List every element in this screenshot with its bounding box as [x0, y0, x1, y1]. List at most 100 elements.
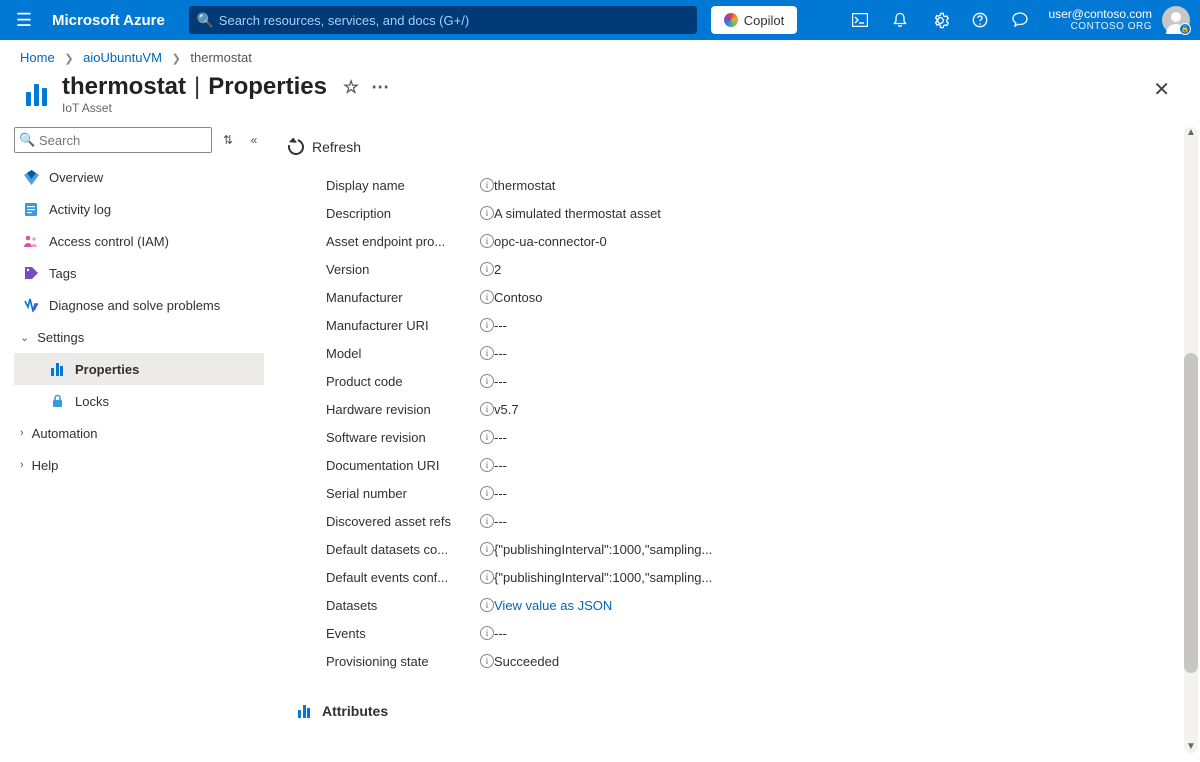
info-icon[interactable]: i	[480, 486, 494, 500]
info-icon[interactable]: i	[480, 430, 494, 444]
info-icon[interactable]: i	[480, 570, 494, 584]
property-row: Product codei---	[326, 367, 1180, 395]
resource-type-label: IoT Asset	[62, 101, 390, 115]
lock-icon	[49, 393, 65, 409]
property-label: Serial number	[326, 486, 474, 501]
scrollbar-up-icon[interactable]: ▲	[1185, 127, 1197, 139]
property-value: Contoso	[494, 290, 542, 305]
property-value: ---	[494, 318, 507, 333]
search-icon: 🔍	[197, 12, 214, 29]
info-icon[interactable]: i	[480, 654, 494, 668]
overview-icon	[23, 169, 39, 185]
property-label: Documentation URI	[326, 458, 474, 473]
cloud-shell-icon[interactable]	[840, 0, 880, 40]
property-value: {"publishingInterval":1000,"sampling...	[494, 542, 712, 557]
iot-asset-icon	[296, 703, 312, 719]
chevron-right-icon: ❯	[64, 53, 73, 65]
nav-overview[interactable]: Overview	[14, 161, 264, 193]
property-label: Datasets	[326, 598, 474, 613]
nav-label: Help	[32, 458, 59, 473]
close-blade-icon[interactable]: ✕	[1153, 77, 1170, 102]
property-row: DescriptioniA simulated thermostat asset	[326, 199, 1180, 227]
property-row: ManufactureriContoso	[326, 283, 1180, 311]
refresh-button[interactable]: Refresh	[288, 139, 361, 155]
more-menu-icon[interactable]: ⋯	[371, 77, 390, 98]
property-label: Asset endpoint pro...	[326, 234, 474, 249]
property-value: {"publishingInterval":1000,"sampling...	[494, 570, 712, 585]
topbar: ☰ Microsoft Azure 🔍 Copilot user@contoso…	[0, 0, 1200, 40]
nav-properties[interactable]: Properties	[14, 353, 264, 385]
breadcrumb-home[interactable]: Home	[20, 50, 55, 65]
notifications-icon[interactable]	[880, 0, 920, 40]
breadcrumb: Home ❯ aioUbuntuVM ❯ thermostat	[0, 40, 1200, 71]
property-value: ---	[494, 626, 507, 641]
info-icon[interactable]: i	[480, 514, 494, 528]
property-value-link[interactable]: View value as JSON	[494, 598, 612, 613]
nav-sort-icon[interactable]: ⇅	[218, 133, 238, 147]
chevron-down-icon: ⌄	[20, 331, 29, 344]
property-value: ---	[494, 514, 507, 529]
global-search-input[interactable]	[189, 6, 697, 34]
global-search[interactable]: 🔍	[189, 6, 697, 34]
property-row: Hardware revisioniv5.7	[326, 395, 1180, 423]
info-icon[interactable]: i	[480, 598, 494, 612]
info-icon[interactable]: i	[480, 402, 494, 416]
nav-locks[interactable]: Locks	[14, 385, 264, 417]
property-value: thermostat	[494, 178, 555, 193]
nav-search[interactable]: 🔍	[14, 127, 212, 153]
info-icon[interactable]: i	[480, 346, 494, 360]
copilot-button[interactable]: Copilot	[711, 6, 797, 34]
help-icon[interactable]	[960, 0, 1000, 40]
blade-header: thermostat | Properties ☆ ⋯ IoT Asset ✕	[0, 71, 1200, 127]
info-icon[interactable]: i	[480, 626, 494, 640]
property-value: 2	[494, 262, 501, 277]
brand-label[interactable]: Microsoft Azure	[52, 12, 165, 29]
chevron-right-icon: ›	[20, 427, 24, 439]
info-icon[interactable]: i	[480, 234, 494, 248]
iam-icon	[23, 233, 39, 249]
property-row: Provisioning stateiSucceeded	[326, 647, 1180, 675]
hamburger-menu-icon[interactable]: ☰	[0, 10, 48, 31]
nav-group-settings[interactable]: ⌄ Settings	[14, 321, 264, 353]
left-nav: 🔍 ⇅ « Overview Activity log Access contr…	[0, 127, 264, 759]
user-info[interactable]: user@contoso.com CONTOSO ORG	[1048, 8, 1152, 32]
property-value: ---	[494, 346, 507, 361]
nav-group-automation[interactable]: › Automation	[14, 417, 264, 449]
property-label: Software revision	[326, 430, 474, 445]
property-value: ---	[494, 430, 507, 445]
avatar[interactable]: 🔒	[1162, 6, 1190, 34]
info-icon[interactable]: i	[480, 318, 494, 332]
nav-access-control[interactable]: Access control (IAM)	[14, 225, 264, 257]
scrollbar-down-icon[interactable]: ▼	[1185, 741, 1197, 753]
nav-tags[interactable]: Tags	[14, 257, 264, 289]
breadcrumb-current: thermostat	[190, 50, 251, 65]
settings-gear-icon[interactable]	[920, 0, 960, 40]
property-row: Modeli---	[326, 339, 1180, 367]
info-icon[interactable]: i	[480, 262, 494, 276]
property-label: Discovered asset refs	[326, 514, 474, 529]
properties-scroll-area: Display nameithermostatDescriptioniA sim…	[288, 167, 1180, 759]
property-row: Serial numberi---	[326, 479, 1180, 507]
info-icon[interactable]: i	[480, 206, 494, 220]
nav-search-input[interactable]	[14, 127, 212, 153]
favorite-star-icon[interactable]: ☆	[343, 77, 359, 98]
main-area: 🔍 ⇅ « Overview Activity log Access contr…	[0, 127, 1200, 759]
nav-label: Locks	[75, 394, 109, 409]
scrollbar-thumb[interactable]	[1184, 353, 1198, 673]
copilot-label: Copilot	[744, 13, 784, 28]
copilot-icon	[724, 13, 738, 27]
info-icon[interactable]: i	[480, 374, 494, 388]
info-icon[interactable]: i	[480, 290, 494, 304]
nav-diagnose[interactable]: Diagnose and solve problems	[14, 289, 264, 321]
feedback-icon[interactable]	[1000, 0, 1040, 40]
info-icon[interactable]: i	[480, 542, 494, 556]
nav-activity-log[interactable]: Activity log	[14, 193, 264, 225]
info-icon[interactable]: i	[480, 178, 494, 192]
breadcrumb-parent[interactable]: aioUbuntuVM	[83, 50, 162, 65]
info-icon[interactable]: i	[480, 458, 494, 472]
nav-collapse-icon[interactable]: «	[244, 133, 264, 147]
property-value: A simulated thermostat asset	[494, 206, 661, 221]
nav-group-help[interactable]: › Help	[14, 449, 264, 481]
refresh-label: Refresh	[312, 139, 361, 155]
refresh-icon	[285, 136, 307, 158]
